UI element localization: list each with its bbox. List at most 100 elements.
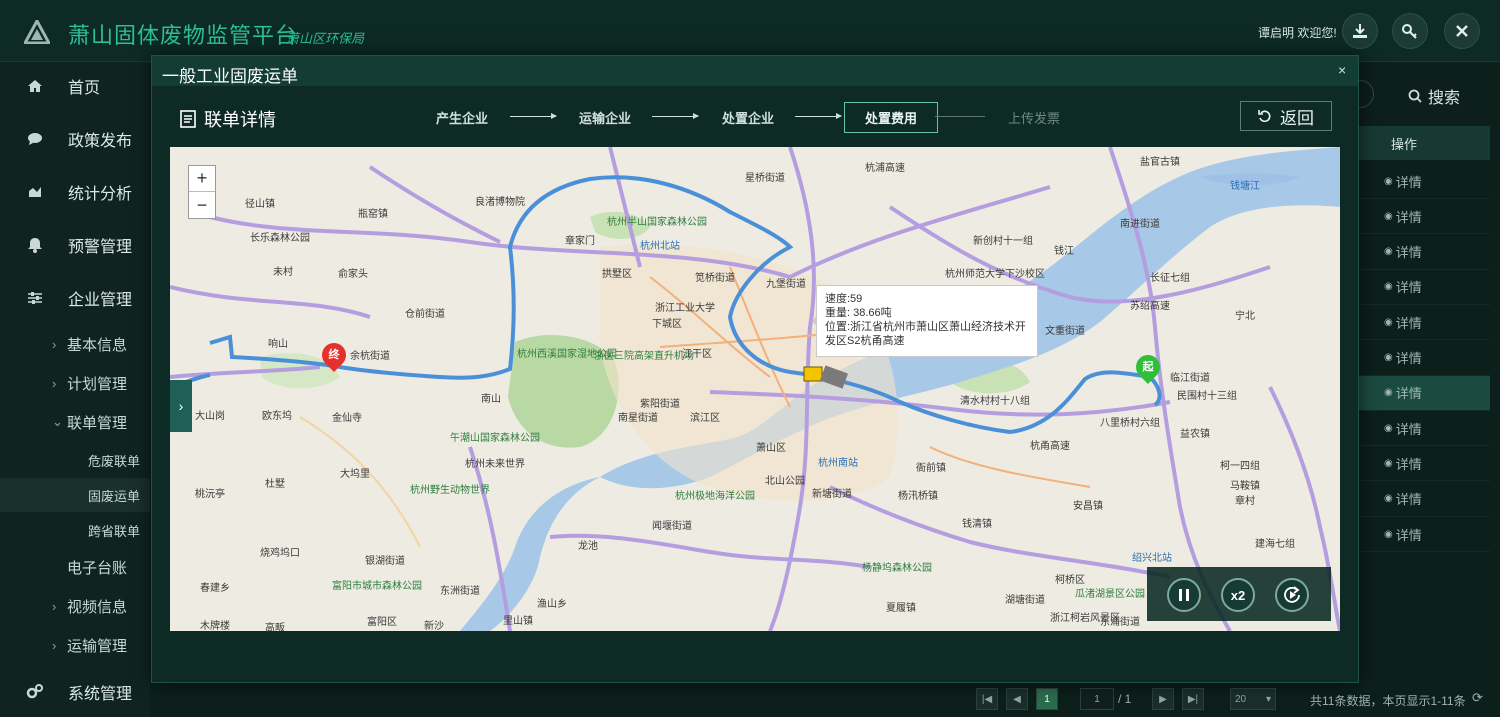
table-row-detail-link[interactable]: ◉ 详情 (1358, 235, 1490, 270)
map-place-label: 安昌镇 (1073, 501, 1103, 512)
sidebar: 首页 政策发布 统计分析 预警管理 企业管理 › 基本信息 › 计划管理 ⌄ 联… (0, 62, 150, 717)
pager-page-input[interactable]: 1 (1080, 688, 1114, 710)
table-row-detail-link[interactable]: ◉ 详情 (1358, 270, 1490, 305)
map-place-label: 下城区 (652, 319, 682, 330)
table-row-detail-link[interactable]: ◉ 详情 (1358, 164, 1490, 199)
sidebar-item-home[interactable]: 首页 (0, 66, 150, 106)
sidebar-subsub-solid-waste[interactable]: 固废运单 (0, 478, 150, 512)
map-place-label: 新沙 (424, 621, 444, 631)
sidebar-subitem-ledger[interactable]: 电子台账 (0, 550, 150, 584)
chevron-right-icon: › (52, 637, 57, 653)
sidebar-item-system[interactable]: 系统管理 (0, 672, 150, 712)
map-place-label: 杭甬高速 (1030, 441, 1070, 452)
map-place-label: 民围村十三组 (1177, 391, 1237, 402)
step-producer[interactable]: 产生企业 (436, 108, 488, 127)
chevron-down-icon: ▾ (1265, 693, 1271, 705)
last-page-icon: ▶| (1187, 693, 1199, 705)
detail-link-label: 详情 (1395, 351, 1422, 366)
close-app-button[interactable] (1444, 13, 1480, 49)
download-icon (1353, 24, 1367, 38)
map-road (170, 285, 371, 319)
playback-controls: x2 (1147, 567, 1331, 621)
map-place-label: 春建乡 (200, 583, 230, 594)
key-button[interactable] (1392, 13, 1428, 49)
sidebar-subitem-basic-info[interactable]: › 基本信息 (0, 327, 150, 361)
speed-button[interactable]: x2 (1221, 578, 1255, 612)
step-arrow (795, 113, 842, 119)
table-row-detail-link[interactable]: ◉ 详情 (1358, 375, 1490, 411)
pager-current-page[interactable]: 1 (1036, 688, 1058, 710)
map-place-label: 瓶窑镇 (358, 209, 388, 220)
table-row-detail-link[interactable]: ◉ 详情 (1358, 411, 1490, 447)
modal-close-button[interactable]: × (1338, 62, 1346, 78)
sidebar-item-label: 首页 (68, 80, 101, 97)
track-map[interactable]: 盐官古镇 钱塘江 星桥街道 杭浦高速 良渚博物院 瓶窑镇 径山镇 长乐森林公园 杭州半山国家森林… (170, 147, 1340, 631)
zoom-in-button[interactable]: + (189, 166, 215, 192)
pause-button[interactable] (1167, 578, 1201, 612)
sidebar-subsub-cross-province[interactable]: 跨省联单 (0, 513, 150, 547)
pager-last-button[interactable]: ▶| (1182, 688, 1204, 710)
step-disposer[interactable]: 处置企业 (722, 108, 774, 127)
truck-info-tooltip: 速度:59 重量: 38.66吨 位置:浙江省杭州市萧山区萧山经济技术开发区S2… (816, 285, 1038, 357)
step-disposal-fee[interactable]: 处置费用 (844, 102, 939, 133)
map-place-label: 杨静坞森林公园 (862, 563, 932, 574)
eye-icon: ◉ (1384, 352, 1393, 363)
search-button[interactable]: 搜索 (1408, 84, 1460, 108)
replay-button[interactable] (1275, 578, 1309, 612)
chevron-right-icon: › (178, 398, 184, 414)
map-place-label: 午潮山国家森林公园 (450, 433, 540, 444)
step-transporter[interactable]: 运输企业 (579, 108, 631, 127)
end-marker[interactable]: 终 (317, 338, 351, 373)
map-place-label: 瓜渚湖景区公园 (1075, 589, 1145, 600)
pager-first-button[interactable]: |◀ (976, 688, 998, 710)
table-row-detail-link[interactable]: ◉ 详情 (1358, 341, 1490, 376)
map-place-label: 木牌楼 (200, 621, 230, 631)
sidebar-subitem-transport[interactable]: › 运输管理 (0, 628, 150, 662)
waybill-modal: 一般工业固废运单 × 联单详情 产生企业 运输企业 处置企业 处置费用 上传发票… (151, 55, 1359, 683)
map-place-label: 大坞里 (340, 469, 370, 480)
panel-toggle-button[interactable]: › (170, 380, 192, 432)
sidebar-subsub-hazardous[interactable]: 危废联单 (0, 443, 150, 477)
sidebar-subitem-manifest[interactable]: ⌄ 联单管理 (0, 405, 150, 439)
sidebar-subitem-label: 联单管理 (67, 414, 128, 432)
sidebar-item-warning[interactable]: 预警管理 (0, 225, 150, 265)
map-place-label: 东洲街道 (440, 586, 480, 597)
refresh-icon[interactable]: ⟳ (1472, 690, 1483, 712)
table-row-detail-link[interactable]: ◉ 详情 (1358, 305, 1490, 341)
step-upload-invoice[interactable]: 上传发票 (1008, 108, 1060, 127)
chevron-right-icon: › (52, 375, 57, 391)
map-place-label: 绍兴北站 (1132, 553, 1172, 564)
map-place-label: 湖塘街道 (1005, 595, 1045, 606)
zoom-out-button[interactable]: − (189, 192, 215, 218)
table-row-detail-link[interactable]: ◉ 详情 (1358, 517, 1490, 552)
map-place-label: 富阳市城市森林公园 (332, 581, 422, 592)
chevron-right-icon: › (52, 598, 57, 614)
table-row-detail-link[interactable]: ◉ 详情 (1358, 482, 1490, 517)
map-road (549, 533, 871, 569)
map-place-label: 杭州师范大学下沙校区 (945, 269, 1045, 280)
eye-icon: ◉ (1384, 387, 1393, 399)
detail-link-label: 详情 (1395, 456, 1422, 472)
table-row-detail-link[interactable]: ◉ 详情 (1358, 199, 1490, 235)
modal-body: 联单详情 产生企业 运输企业 处置企业 处置费用 上传发票 返回 盐官古镇 钱塘… (152, 86, 1358, 682)
pager-next-button[interactable]: ▶ (1152, 688, 1174, 710)
pager-prev-button[interactable]: ◀ (1006, 688, 1028, 710)
pager-total: / 1 (1118, 692, 1132, 706)
download-button[interactable] (1342, 13, 1378, 49)
pager-size-select[interactable]: 20 ▾ (1230, 688, 1276, 710)
sidebar-item-enterprise[interactable]: 企业管理 (0, 278, 150, 318)
detail-link-label: 详情 (1395, 492, 1422, 508)
start-marker[interactable]: 起 (1131, 350, 1165, 385)
end-marker-label: 终 (328, 349, 340, 361)
map-place-label: 大山岗 (195, 411, 225, 422)
map-place-label: 闻堰街道 (652, 521, 692, 532)
sidebar-subitem-plan[interactable]: › 计划管理 (0, 366, 150, 400)
map-place-label: 未村 (273, 267, 293, 278)
map-place-label: 笕桥街道 (695, 273, 735, 284)
sidebar-item-policy[interactable]: 政策发布 (0, 119, 150, 159)
table-row-detail-link[interactable]: ◉ 详情 (1358, 446, 1490, 482)
sidebar-subitem-video[interactable]: › 视频信息 (0, 589, 150, 623)
back-button[interactable]: 返回 (1240, 101, 1332, 131)
map-place-label: 衙前镇 (916, 463, 946, 474)
sidebar-item-statistics[interactable]: 统计分析 (0, 172, 150, 212)
